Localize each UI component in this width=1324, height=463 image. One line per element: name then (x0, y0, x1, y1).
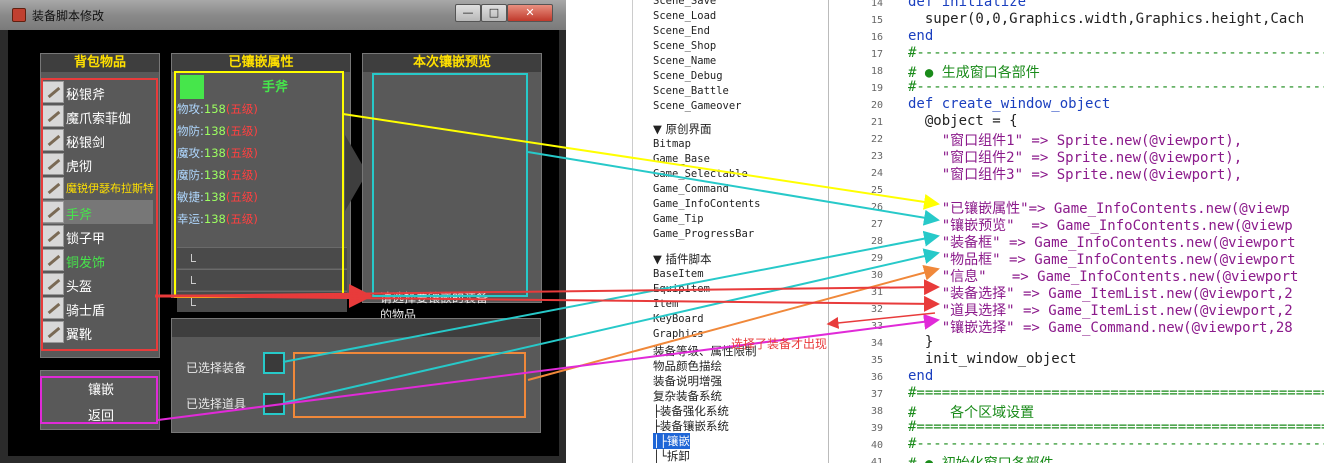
arrow-item-box (282, 248, 940, 404)
arrow-info (527, 264, 940, 381)
arrow-attributes (342, 113, 940, 210)
arrow-equip-select (154, 279, 940, 297)
arrow-preview (527, 151, 940, 226)
annotation-note: 选择了装备才出现 (731, 337, 828, 351)
annotation-arrows (154, 113, 940, 421)
